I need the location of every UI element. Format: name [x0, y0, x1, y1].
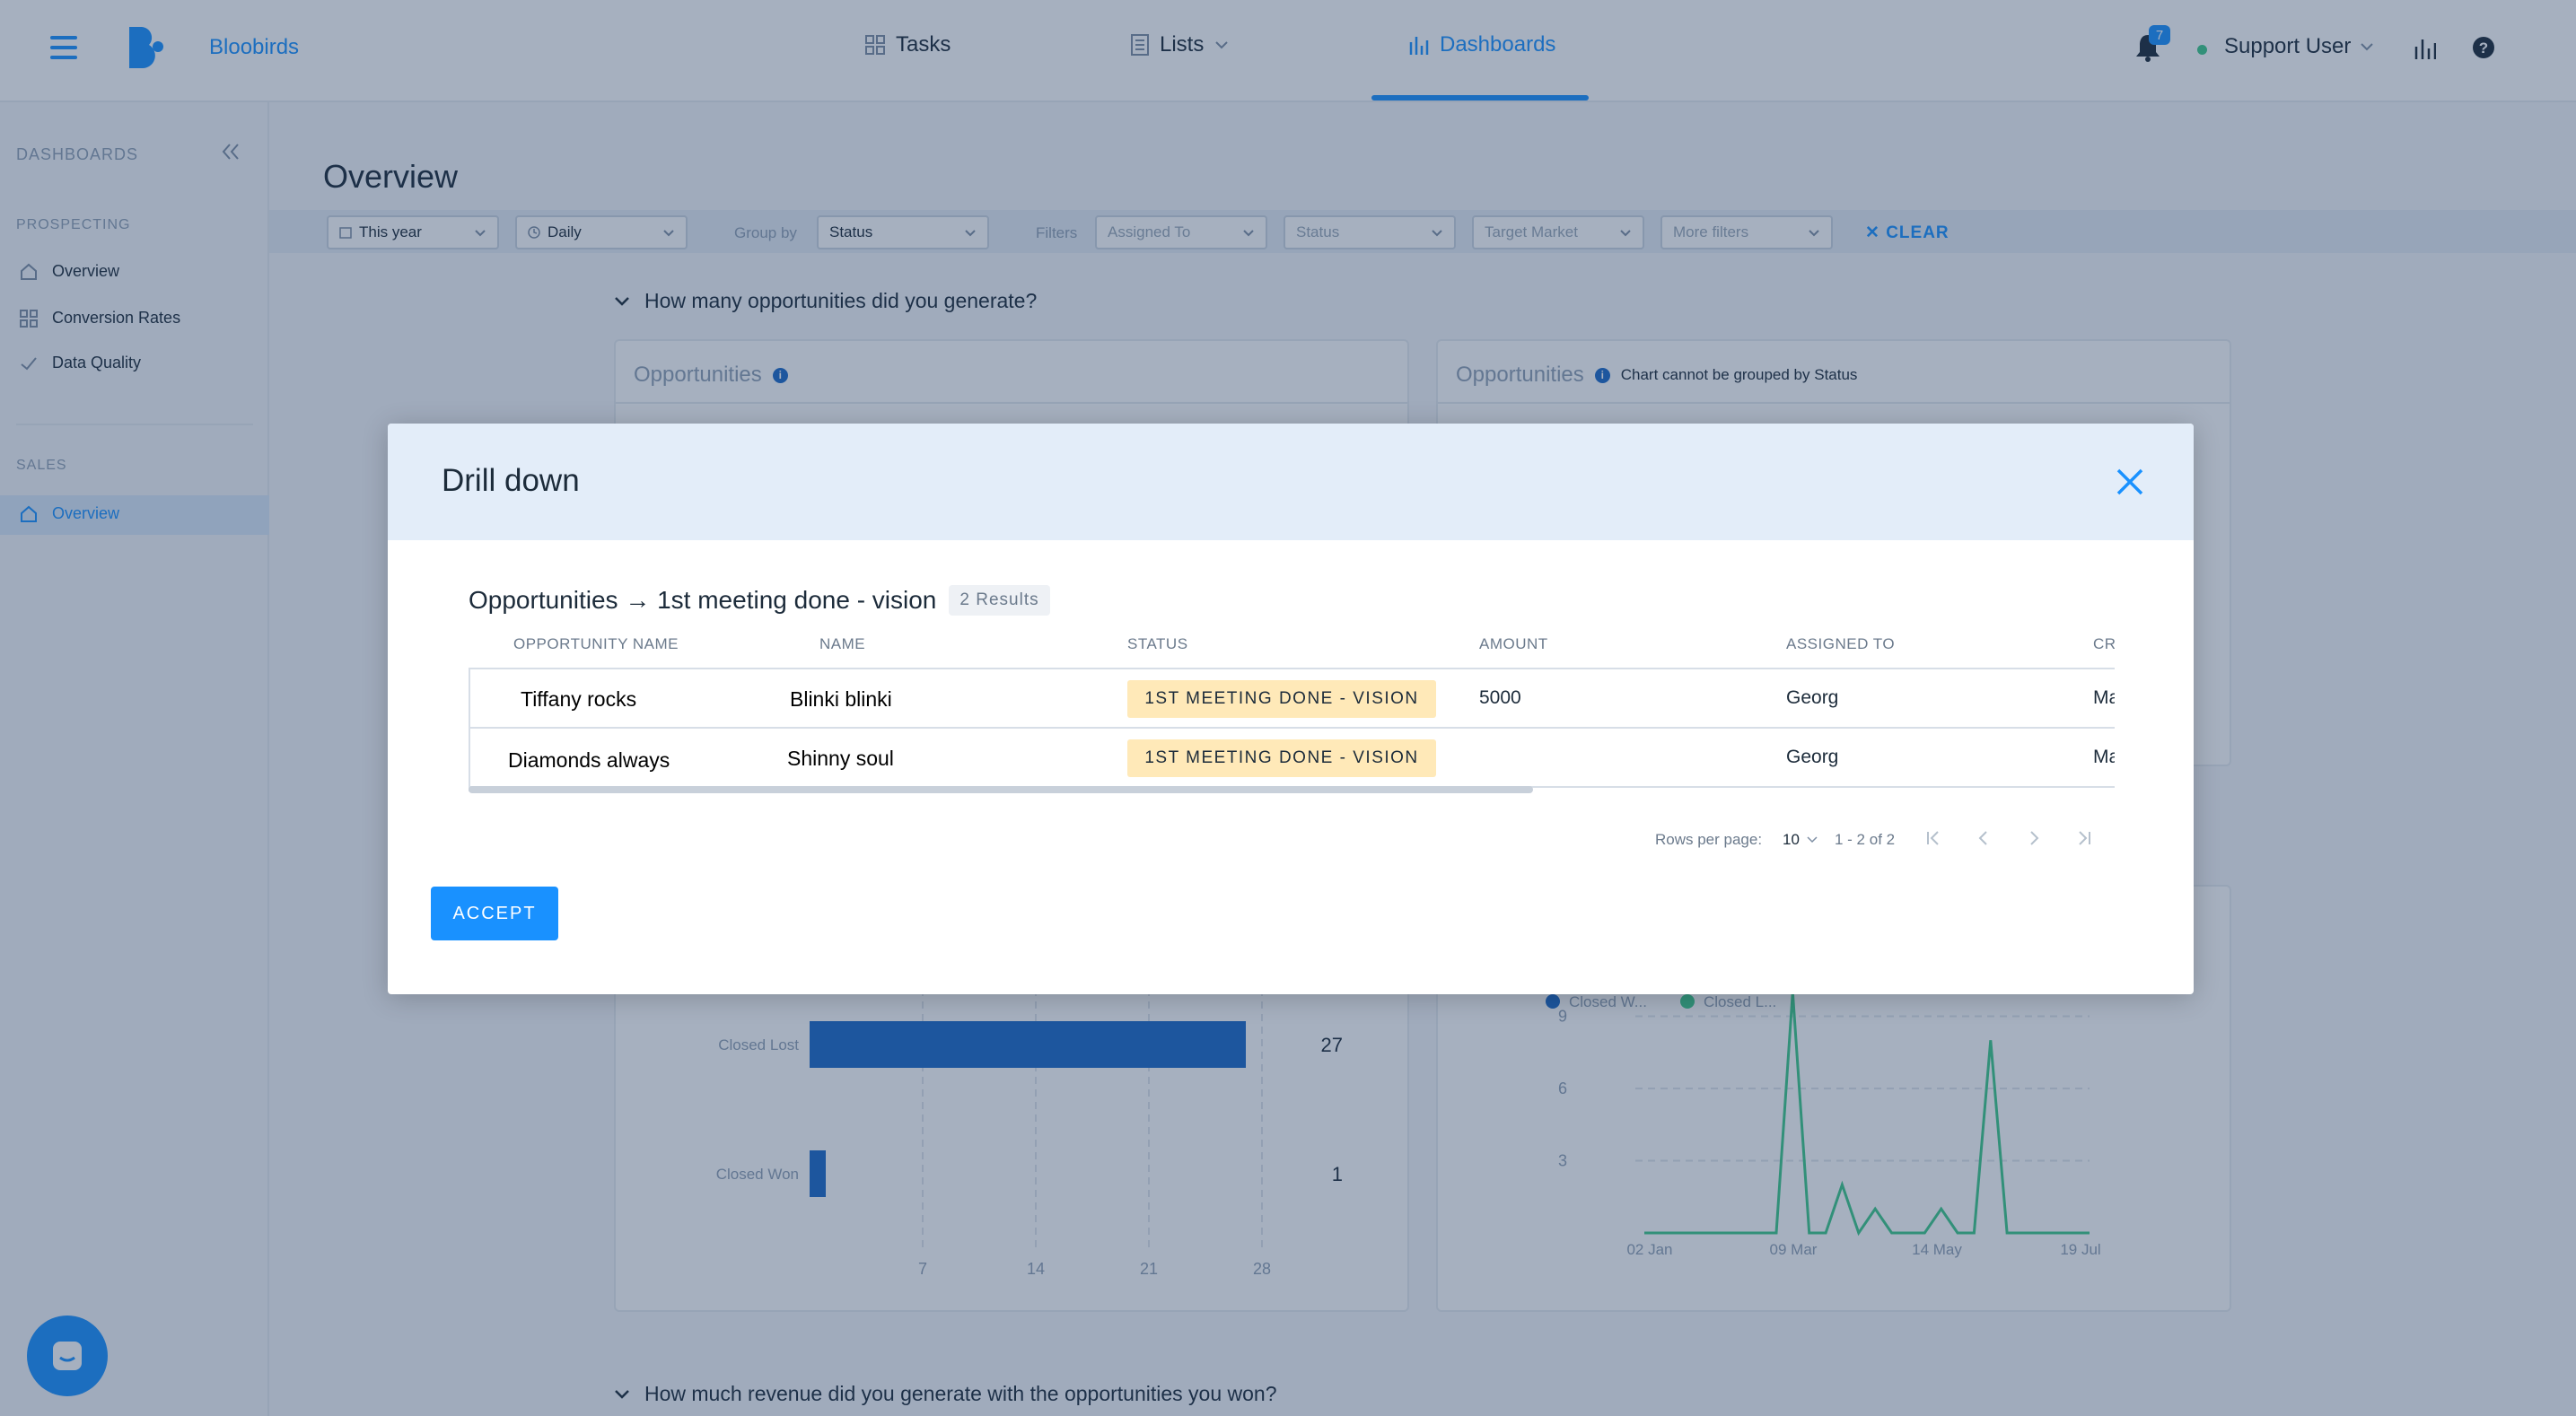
last-page-icon[interactable] — [2073, 827, 2095, 849]
cell-assigned-to: Georg — [1786, 747, 1839, 767]
cell-amount: 5000 — [1479, 687, 1521, 708]
modal-header — [388, 424, 2194, 540]
cell-name[interactable]: Shinny soul — [787, 747, 894, 771]
rows-per-page-select[interactable]: 10 — [1783, 831, 1818, 849]
table-left-border — [469, 668, 470, 791]
column-header-opportunity[interactable]: OPPORTUNITY NAME — [513, 635, 679, 653]
horizontal-scrollbar[interactable] — [469, 786, 1533, 793]
cell-name[interactable]: Blinki blinki — [790, 687, 892, 712]
cell-opportunity-name[interactable]: Diamonds always — [508, 748, 670, 773]
results-count-badge: 2 Results — [949, 585, 1050, 616]
table-title-text: Opportunities → 1st meeting done - visio… — [469, 586, 937, 614]
column-header-assigned[interactable]: ASSIGNED TO — [1786, 635, 1895, 653]
first-page-icon[interactable] — [1923, 827, 1944, 849]
column-header-amount[interactable]: AMOUNT — [1479, 635, 1548, 653]
table-title: Opportunities → 1st meeting done - visio… — [469, 585, 1050, 616]
cell-assigned-to: Georg — [1786, 687, 1839, 708]
cell-opportunity-name[interactable]: Tiffany rocks — [521, 687, 636, 712]
close-icon[interactable] — [2113, 465, 2147, 499]
table-divider — [469, 668, 2115, 669]
chevron-down-icon — [1807, 836, 1818, 843]
column-header-name[interactable]: NAME — [819, 635, 865, 653]
modal-title: Drill down — [442, 463, 580, 498]
status-badge: 1ST MEETING DONE - VISION — [1127, 680, 1436, 718]
cell-created: Ma — [2093, 747, 2115, 767]
next-page-icon[interactable] — [2023, 827, 2045, 849]
cell-created: Ma — [2093, 687, 2115, 708]
status-badge: 1ST MEETING DONE - VISION — [1127, 739, 1436, 777]
previous-page-icon[interactable] — [1973, 827, 1994, 849]
column-header-created[interactable]: CR — [2093, 635, 2115, 653]
rows-per-page-label: Rows per page: — [1655, 831, 1763, 848]
table-divider — [469, 727, 2115, 729]
column-header-status[interactable]: STATUS — [1127, 635, 1188, 653]
accept-button[interactable]: ACCEPT — [431, 887, 558, 940]
rows-per-page-value: 10 — [1783, 831, 1800, 848]
drill-down-modal: Drill down Opportunities → 1st meeting d… — [388, 424, 2194, 994]
pagination-range: 1 - 2 of 2 — [1835, 831, 1896, 848]
